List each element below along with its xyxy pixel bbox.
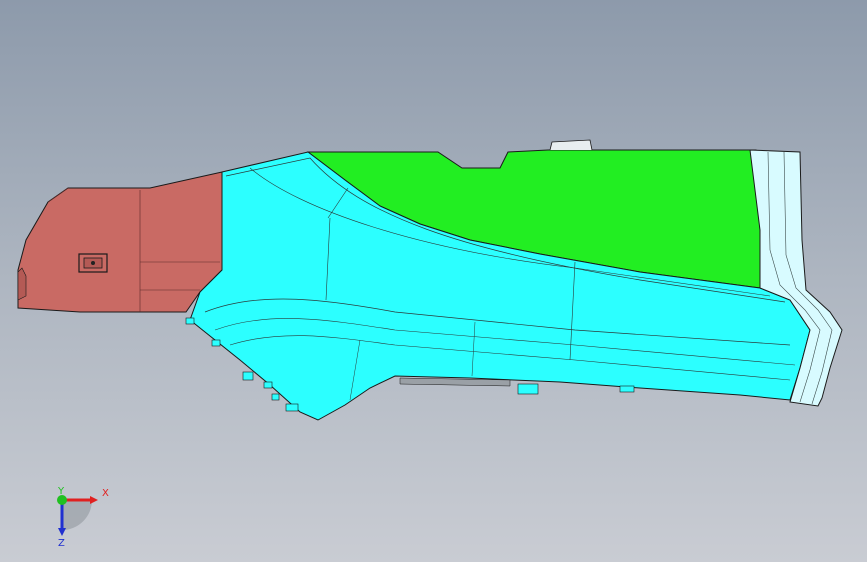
z-axis-label: Z bbox=[58, 538, 65, 548]
y-axis-label: Y bbox=[57, 486, 65, 497]
dark-red-part[interactable] bbox=[17, 171, 223, 313]
3d-viewport[interactable]: X Y Z bbox=[0, 0, 867, 562]
axis-triad: X Y Z bbox=[57, 486, 109, 548]
x-axis-label: X bbox=[102, 488, 109, 499]
cad-model[interactable] bbox=[0, 0, 867, 562]
